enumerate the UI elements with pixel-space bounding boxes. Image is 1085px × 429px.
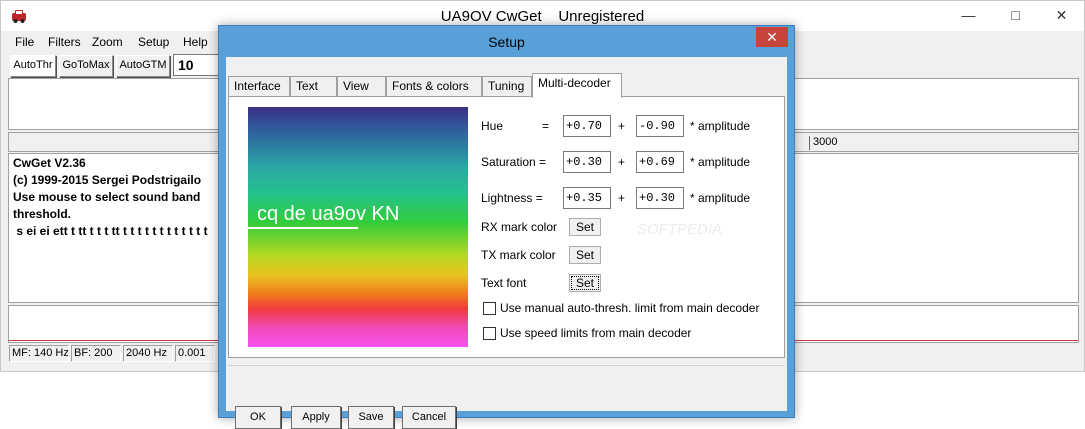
dialog-title-bar: Setup ✕ [219,26,794,57]
tab-tuning[interactable]: Tuning [482,76,532,97]
close-button[interactable]: ✕ [1039,1,1084,30]
manual-thresh-checkbox[interactable] [483,302,496,315]
status-mf: MF: 140 Hz [9,345,69,362]
setup-dialog: Setup ✕ Interface Text View Fonts & colo… [218,25,795,429]
rx-mark-label: RX mark color [481,220,558,234]
dialog-title: Setup [488,34,525,50]
tx-mark-set-button[interactable]: Set [569,246,601,264]
gotomax-button[interactable]: GoToMax [59,55,113,77]
lightness-plus: + [618,191,626,205]
maximize-button[interactable]: □ [993,1,1038,30]
dialog-button-frame [228,365,785,405]
text-line: threshold. [13,207,72,221]
preview-text: cq de ua9ov KN [257,203,400,225]
hue-base-input[interactable]: +0.70 [563,115,611,137]
tx-mark-label: TX mark color [481,248,556,262]
menu-help[interactable]: Help [183,35,208,49]
dialog-body: Interface Text View Fonts & colors Tunin… [226,57,787,429]
manual-thresh-label: Use manual auto-thresh. limit from main … [500,301,760,315]
saturation-suffix: * amplitude [690,155,751,169]
text-font-set-button[interactable]: Set [569,274,601,292]
saturation-plus: + [618,155,626,169]
lightness-factor-input[interactable]: +0.30 [636,187,684,209]
rx-mark-set-button[interactable]: Set [569,218,601,236]
dialog-close-button[interactable]: ✕ [756,27,788,47]
saturation-label: Saturation = [481,155,547,169]
menu-filters[interactable]: Filters [48,35,81,49]
status-value: 0.001 [175,345,215,362]
tab-multi-decoder[interactable]: Multi-decoder [532,73,622,98]
autogtm-button[interactable]: AutoGTM [116,55,170,77]
hue-equals: = [542,119,550,133]
saturation-factor-input[interactable]: +0.69 [636,151,684,173]
lightness-label: Lightness = [481,191,543,205]
text-line: Use mouse to select sound band [13,190,201,204]
multi-decoder-panel: cq de ua9ov KN Hue = +0.70 + -0.90 * amp… [228,96,785,358]
tab-view[interactable]: View [337,76,386,97]
text-line: s ei ei ett t tt t t t tt t t t t t t t … [13,224,208,238]
menu-file[interactable]: File [15,35,34,49]
text-line: (c) 1999-2015 Sergei Podstrigailo [13,173,202,187]
hue-plus: + [618,119,626,133]
menu-setup[interactable]: Setup [138,35,169,49]
status-freq: 2040 Hz [123,345,173,362]
window-title: UA9OV CwGet Unregistered [440,8,645,25]
color-preview: cq de ua9ov KN [248,107,468,347]
preview-underline-faded [304,227,358,229]
speed-input[interactable]: 10 [173,54,219,76]
saturation-base-input[interactable]: +0.30 [563,151,611,173]
speed-limits-checkbox[interactable] [483,327,496,340]
hue-suffix: * amplitude [690,119,751,133]
lightness-suffix: * amplitude [690,191,751,205]
hue-label: Hue [481,119,504,133]
speed-limits-label: Use speed limits from main decoder [500,326,692,340]
tab-interface[interactable]: Interface [228,76,290,97]
autothr-button[interactable]: AutoThr [10,55,56,77]
lightness-base-input[interactable]: +0.35 [563,187,611,209]
menu-zoom[interactable]: Zoom [92,35,123,49]
tab-fonts-colors[interactable]: Fonts & colors [386,76,482,97]
minimize-button[interactable]: — [946,1,991,30]
status-bf: BF: 200 [71,345,121,362]
tab-text[interactable]: Text [290,76,337,97]
tab-strip: Interface Text View Fonts & colors Tunin… [226,73,787,98]
text-font-label: Text font [481,276,527,290]
watermark: SOFTPEDIA [637,221,723,238]
text-line: CwGet V2.36 [13,156,86,170]
hue-factor-input[interactable]: -0.90 [636,115,684,137]
scale-label-3000: 3000 [809,136,837,150]
